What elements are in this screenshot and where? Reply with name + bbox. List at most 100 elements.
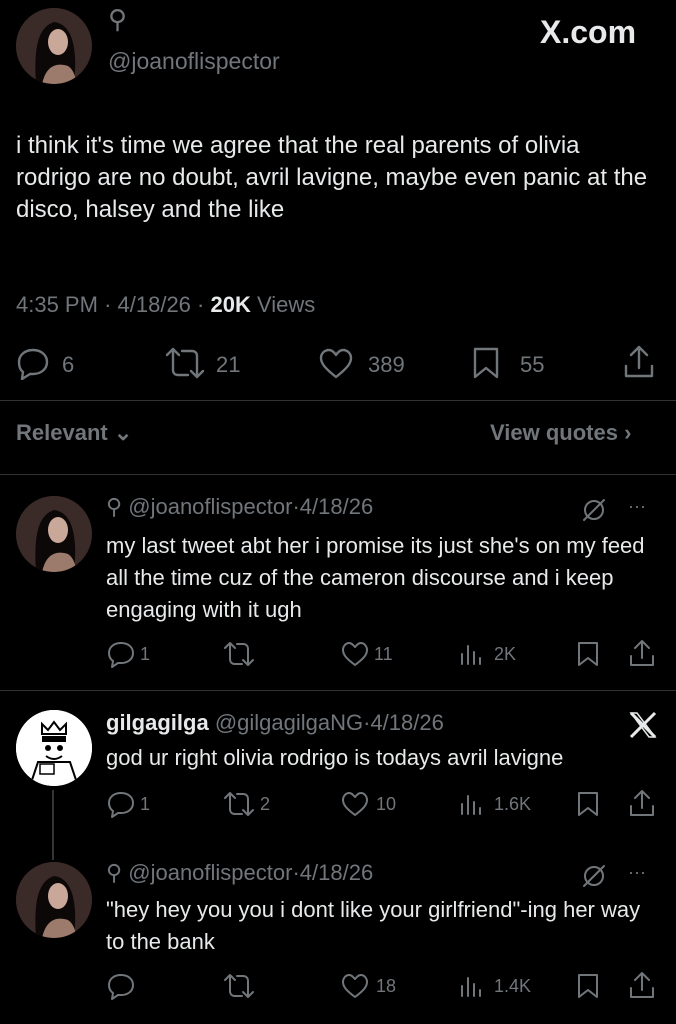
reply-button[interactable] [16, 346, 50, 380]
chevron-down-icon: ⌄ [113, 420, 133, 445]
tweet-time[interactable]: 4:35 PM [16, 292, 98, 317]
bookmark-button[interactable] [576, 640, 600, 668]
relevant-label: Relevant [16, 420, 108, 445]
more-options-icon[interactable]: ··· [628, 496, 646, 517]
views-count: 1.6K [494, 794, 532, 814]
view-quotes-link[interactable]: View quotes › [490, 420, 631, 446]
share-icon [624, 345, 654, 378]
bookmark-button[interactable] [576, 972, 600, 1000]
reply-avatar[interactable] [16, 710, 92, 786]
like-button[interactable] [340, 972, 370, 1000]
profile-symbol: ⚲ [106, 494, 123, 519]
reply-avatar[interactable] [16, 862, 92, 938]
share-icon [630, 790, 654, 816]
x-logo-text: X.com [540, 14, 637, 50]
reply-button[interactable] [106, 640, 136, 668]
reply-header: gilgagilga @gilgagilgaNG·4/18/26 [106, 710, 444, 736]
heart-icon [342, 792, 368, 816]
reply-count: 1 [140, 644, 151, 664]
share-button[interactable] [622, 344, 656, 380]
like-button[interactable] [340, 790, 370, 818]
reply-icon [17, 348, 49, 380]
reply-icon [108, 792, 134, 818]
reply-header: ⚲ @joanoflispector·4/18/26 [106, 860, 373, 886]
repost-button[interactable] [222, 790, 256, 818]
heart-icon [319, 348, 353, 379]
more-options-icon[interactable]: ··· [628, 862, 646, 883]
divider [0, 690, 676, 691]
repost-icon [224, 642, 254, 666]
bookmark-icon [578, 792, 598, 816]
author-avatar[interactable] [16, 8, 92, 84]
relevant-dropdown[interactable]: Relevant ⌄ [16, 420, 132, 446]
views-count: 2K [494, 644, 517, 664]
reply-button[interactable] [106, 790, 136, 818]
reply-avatar[interactable] [16, 496, 92, 572]
chevron-right-icon: › [624, 420, 632, 445]
reply-icon [108, 974, 134, 1000]
reply-handle[interactable]: @joanoflispector [128, 494, 292, 519]
divider [0, 400, 676, 401]
bookmark-icon [578, 974, 598, 998]
repost-button[interactable] [222, 640, 256, 668]
grok-button[interactable] [580, 862, 608, 890]
reply-date[interactable]: 4/18/26 [300, 860, 373, 885]
thread-line [52, 790, 54, 860]
repost-icon [165, 347, 205, 379]
divider [0, 474, 676, 475]
repost-count: 2 [260, 794, 271, 814]
view-quotes-label: View quotes [490, 420, 618, 445]
views-button[interactable] [458, 640, 484, 668]
like-count: 18 [376, 976, 397, 996]
grok-icon [583, 499, 605, 521]
repost-button[interactable] [222, 972, 256, 1000]
avatar-image [16, 710, 92, 786]
share-button[interactable] [628, 788, 656, 818]
share-button[interactable] [628, 970, 656, 1000]
meta-separator: · [197, 292, 205, 317]
meta-separator: · [292, 494, 300, 519]
grok-icon [583, 865, 605, 887]
share-icon [630, 972, 654, 998]
avatar-image [16, 8, 92, 84]
views-icon [461, 645, 481, 665]
tweet-text: i think it's time we agree that the real… [16, 132, 648, 223]
repost-icon [224, 974, 254, 998]
bookmark-button[interactable] [472, 346, 500, 380]
avatar-image [16, 862, 92, 938]
author-handle[interactable]: @joanoflispector [108, 48, 280, 75]
reply-date[interactable]: 4/18/26 [370, 710, 443, 735]
tweet-meta: 4:35 PM · 4/18/26 · 20K Views [16, 292, 315, 318]
bookmark-count: 55 [520, 352, 545, 377]
grok-button[interactable] [580, 496, 608, 524]
repost-icon [224, 792, 254, 816]
tweet-date[interactable]: 4/18/26 [118, 292, 191, 317]
profile-symbol: ⚲ [106, 860, 123, 885]
views-count: 20K [210, 292, 251, 317]
reply-count: 6 [62, 352, 75, 377]
bookmark-icon [473, 347, 499, 379]
like-count: 11 [374, 644, 393, 664]
reply-handle[interactable]: @gilgagilgaNG [215, 710, 363, 735]
reply-display-name[interactable]: gilgagilga [106, 710, 209, 735]
like-count: 10 [376, 794, 397, 814]
reply-text: my last tweet abt her i promise its just… [106, 533, 645, 622]
views-button[interactable] [458, 972, 484, 1000]
reply-handle[interactable]: @joanoflispector [128, 860, 292, 885]
views-button[interactable] [458, 790, 484, 818]
reply-button[interactable] [106, 972, 136, 1000]
views-icon [461, 977, 481, 997]
bookmark-icon [578, 642, 598, 666]
share-button[interactable] [628, 638, 656, 668]
reply-date[interactable]: 4/18/26 [300, 494, 373, 519]
bookmark-button[interactable] [576, 790, 600, 818]
repost-count: 21 [216, 352, 241, 377]
meta-separator: · [104, 292, 112, 317]
views-count: 1.4K [494, 976, 532, 996]
repost-button[interactable] [164, 346, 206, 380]
reply-header: ⚲ @joanoflispector·4/18/26 [106, 494, 373, 520]
like-button[interactable] [318, 348, 354, 380]
views-icon [461, 795, 481, 815]
avatar-image [16, 496, 92, 572]
like-button[interactable] [340, 640, 370, 668]
